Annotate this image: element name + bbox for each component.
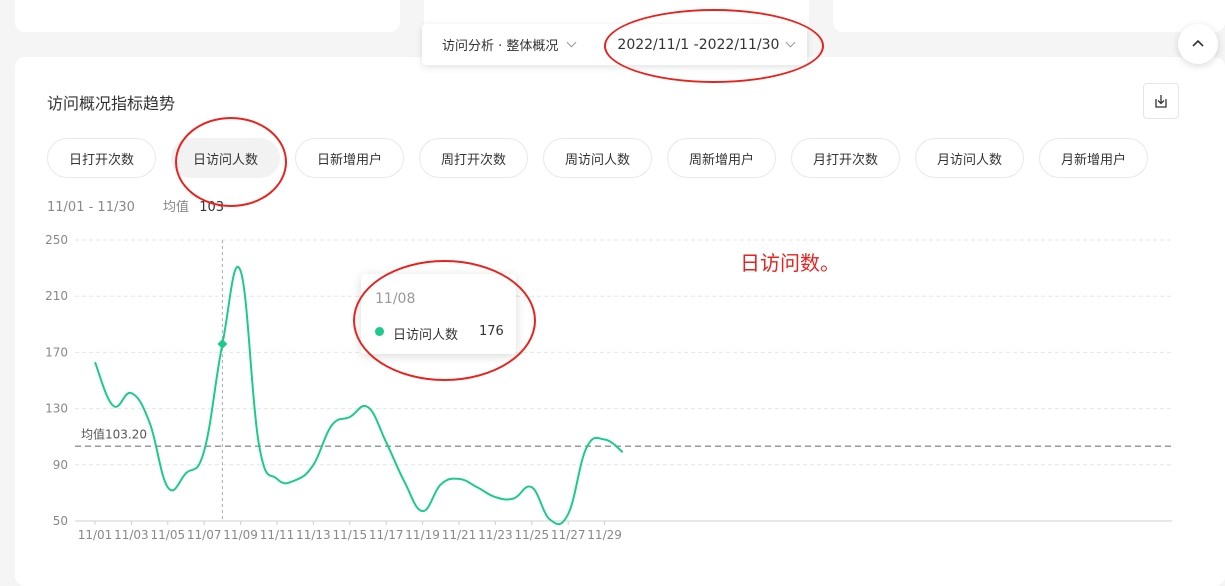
x-tick-label: 11/13	[296, 528, 331, 542]
y-tick-label: 90	[53, 458, 68, 472]
mean-line-label: 均值103.20	[81, 426, 147, 441]
tooltip-series-dot	[375, 327, 384, 336]
tooltip-date: 11/08	[375, 291, 416, 307]
x-tick-label: 11/17	[369, 528, 404, 542]
y-tick-label: 250	[45, 233, 68, 247]
x-tick-label: 11/23	[478, 528, 513, 542]
x-tick-label: 11/25	[515, 528, 550, 542]
y-tick-label: 50	[53, 514, 68, 528]
series-line	[94, 266, 624, 526]
x-tick-label: 11/21	[442, 528, 477, 542]
annotation-text: 日访问数。	[740, 251, 840, 275]
y-tick-label: 130	[45, 402, 68, 416]
y-tick-label: 170	[45, 345, 68, 359]
highlight-point	[217, 339, 228, 349]
x-tick-label: 11/07	[187, 528, 222, 542]
tooltip-series-name: 日访问人数	[393, 328, 459, 343]
line-chart[interactable]: 250210170130905011/01 11/03 11/05 11/07 11/0…	[0, 0, 1225, 586]
x-tick-label: 11/05	[151, 528, 186, 542]
chart-tooltip: 11/08 日访问人数 176	[361, 274, 516, 354]
x-tick-label: 11/19	[405, 528, 440, 542]
x-tick-label: 11/03	[114, 528, 149, 542]
x-tick-label: 11/11	[260, 528, 295, 542]
tooltip-value: 176	[479, 324, 504, 339]
x-tick-label: 11/29	[587, 528, 622, 542]
x-tick-label: 11/15	[333, 528, 368, 542]
x-tick-label: 11/01	[78, 528, 113, 542]
x-tick-label: 11/09	[223, 528, 258, 542]
y-tick-label: 210	[45, 289, 68, 303]
x-tick-label: 11/27	[551, 528, 586, 542]
